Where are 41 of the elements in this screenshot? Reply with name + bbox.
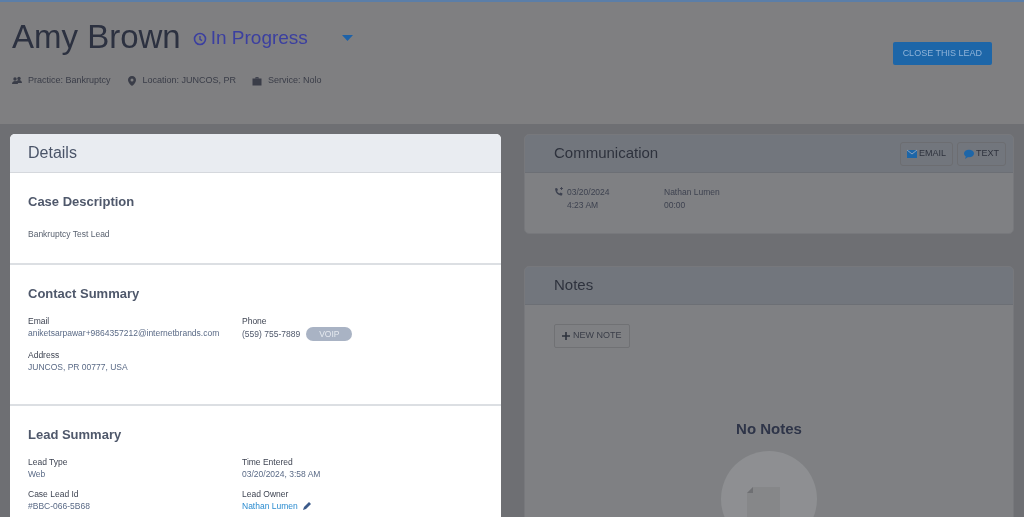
field-label: Time Entered — [242, 455, 294, 468]
briefcase-icon — [252, 76, 263, 86]
people-icon — [12, 76, 22, 86]
lead-name: Amy Brown — [12, 17, 181, 57]
owner-link[interactable]: Nathan Lumen — [242, 499, 298, 512]
email-button[interactable]: EMAIL — [899, 141, 953, 166]
pencil-icon[interactable] — [301, 500, 312, 511]
section-title: Contact Summary — [28, 285, 141, 303]
card-title: Communication — [554, 143, 660, 164]
empty-notes-text: No Notes — [736, 419, 802, 439]
field-value: aniketsarpawar+9864357212@internetbrands.com — [28, 326, 221, 339]
clock-icon — [192, 31, 207, 46]
envelope-icon — [906, 148, 917, 159]
field-value: Web — [28, 467, 47, 480]
meta-text: Practice: Bankruptcy — [28, 74, 111, 88]
status-dropdown[interactable]: In Progress — [192, 24, 353, 53]
field-value: #BBC-066-5B68 — [28, 499, 91, 512]
section-title: Case Description — [28, 193, 136, 211]
field-label: Lead Type — [28, 455, 69, 468]
field-value: JUNCOS, PR 00777, USA — [28, 360, 129, 373]
field-label: Address — [28, 348, 61, 361]
field-label: Case Lead Id — [28, 487, 80, 500]
meta-text: Location: JUNCOS, PR — [142, 74, 237, 88]
plus-icon — [562, 332, 570, 340]
text-button[interactable]: TEXT — [957, 141, 1006, 166]
close-lead-button[interactable]: CLOSE THIS LEAD — [892, 42, 992, 66]
field-label: Phone — [242, 314, 268, 327]
card-title: Notes — [554, 275, 594, 296]
map-pin-icon — [126, 76, 137, 86]
speech-bubble-icon — [964, 148, 974, 159]
field-label: Lead Owner — [242, 487, 290, 500]
section-title: Lead Summary — [28, 426, 123, 444]
phone-call-icon — [554, 187, 564, 197]
card-title: Details — [28, 143, 77, 163]
description-text: Bankruptcy Test Lead — [28, 227, 111, 240]
new-note-button[interactable]: NEW NOTE — [554, 324, 630, 348]
field-value: (559) 755-7889 — [242, 327, 301, 340]
caret-icon — [341, 35, 353, 43]
meta-text: Service: Nolo — [268, 74, 322, 88]
field-value: 03/20/2024, 3:58 AM — [242, 467, 322, 480]
field-label: Email — [28, 314, 51, 327]
